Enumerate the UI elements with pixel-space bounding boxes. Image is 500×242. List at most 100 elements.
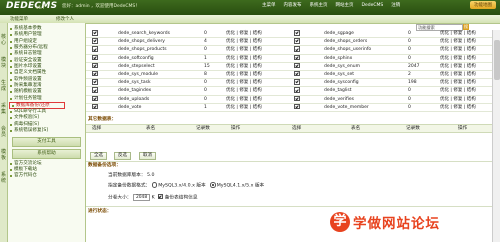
row-ops-links[interactable]: 优化 | 修复 | 结构 [440,63,476,70]
row-ops-links[interactable]: 优化 | 修复 | 结构 [226,46,262,53]
row-checkbox[interactable] [294,38,300,44]
mysql-version-label: 当前数据库版本： [108,173,146,178]
mysql4-radio[interactable] [151,182,158,188]
scrollbar[interactable] [492,30,500,242]
mysql41-radio[interactable] [210,182,216,188]
top-bar: DEDECMS v5.7 您好：admin ，欢迎使用DedeCMS！ 主菜单 … [0,0,500,15]
table-row: dede_shops_products 0 优化 | 修复 | 结构 dede_sho… [86,46,492,55]
row-checkbox[interactable] [294,46,300,52]
mysql4-label: MySQL3.x/4.0.x 版本 [158,183,206,189]
sidebar: 系统基本参数 系统用户管理 用户组设定 服务器分布/远程 系统日志管理 验证安全… [8,23,86,242]
row-checkbox[interactable] [92,54,98,61]
row-ops-links[interactable]: 优化 | 修复 | 结构 [440,30,476,37]
side-tab[interactable]: 模块 [0,57,7,69]
table-name: dede_sys_module [118,71,158,77]
record-count: 0 [408,104,411,110]
row-ops-links[interactable]: 优化 | 修复 | 结构 [226,55,262,62]
row-checkbox[interactable] [294,54,300,61]
row-checkbox[interactable] [92,30,98,36]
row-checkbox[interactable] [294,87,300,93]
row-checkbox[interactable] [92,70,98,77]
top-nav-item[interactable]: 主菜单 [258,2,280,10]
row-ops-links[interactable]: 优化 | 修复 | 结构 [226,87,262,94]
backup-structure-label: 备份表结构信息 [164,195,198,201]
row-ops-links[interactable]: 优化 | 修复 | 结构 [440,104,476,111]
sub-bar-title: 功能菜单 [10,17,28,22]
table-name: dede_sys_set [324,71,354,77]
row-ops-links[interactable]: 优化 | 修复 | 结构 [440,38,476,45]
top-nav-item[interactable]: 系统主页 [306,2,332,10]
function-map-button[interactable]: 功能地图 [470,1,496,9]
table-name: dede_sys_enum [324,63,360,69]
record-count: 0 [204,47,207,53]
row-checkbox[interactable] [294,103,300,110]
side-tab[interactable]: 系统 [0,172,7,184]
row-checkbox[interactable] [92,38,98,44]
invert-select-button[interactable]: 反选 [114,152,131,160]
top-nav-item[interactable]: 网站主页 [332,2,358,10]
row-ops-links[interactable]: 优化 | 修复 | 结构 [226,104,262,111]
row-ops-links[interactable]: 优化 | 修复 | 结构 [226,30,262,37]
side-tab[interactable]: 模板 [0,149,7,161]
record-count: 0 [204,31,207,36]
row-checkbox[interactable] [294,62,300,69]
row-checkbox[interactable] [294,95,300,101]
top-nav-item[interactable]: 内容发布 [280,2,306,10]
side-tab[interactable]: 生成 [0,80,7,92]
volume-size-input[interactable]: 2048 [132,193,151,201]
backup-structure-checkbox[interactable] [157,193,164,200]
watermark-text: 学做网站论坛 [353,216,440,232]
record-count: 0 [408,55,411,61]
record-count: 0 [204,96,207,102]
sidebar-group-pay[interactable]: 支付工具 [12,136,81,147]
sidebar-group-help[interactable]: 系统帮助 [12,148,81,159]
row-ops-links[interactable]: 优化 | 修复 | 结构 [440,55,476,62]
record-count: 0 [408,96,411,102]
row-ops-links[interactable]: 优化 | 修复 | 结构 [440,96,476,103]
cancel-select-button[interactable]: 取消 [139,152,156,160]
record-count: 2 [408,71,411,77]
row-ops-links[interactable]: 优化 | 修复 | 结构 [440,87,476,94]
record-count: 0 [408,31,411,36]
table-name: dede_stepselect [118,63,155,69]
row-checkbox[interactable] [92,79,98,85]
row-ops-links[interactable]: 优化 | 修复 | 结构 [226,71,262,78]
watermark-logo: 学 学做网站论坛 [330,212,440,232]
table-name: dede_verifies [324,96,354,102]
row-checkbox[interactable] [294,30,300,36]
side-tab[interactable]: 会员 [0,126,7,138]
col-count: 记录数 [196,126,210,131]
scroll-thumb[interactable] [494,40,500,80]
table-name: dede_vote_member [324,104,369,110]
row-checkbox[interactable] [294,70,300,77]
logo: DEDECMS [6,1,58,11]
row-checkbox[interactable] [294,79,300,85]
row-ops-links[interactable]: 优化 | 修复 | 结构 [226,63,262,70]
side-tab[interactable]: 采集 [0,103,7,115]
select-all-button[interactable]: 全选 [90,152,107,160]
row-checkbox[interactable] [92,87,98,93]
mysql-version-line: 当前数据库版本： 5.0 [108,172,154,179]
side-tabs: 核心 模块 生成 采集 会员 模板 系统 [0,23,8,242]
sidebar-item[interactable]: 系统错误修复[S] [8,128,85,134]
row-ops-links[interactable]: 优化 | 修复 | 结构 [226,79,262,86]
row-checkbox[interactable] [92,103,98,110]
sidebar-help-item[interactable]: 官方代码仓 [8,173,85,179]
top-nav-item[interactable]: DedeCMS [358,2,388,10]
row-ops-links[interactable]: 优化 | 修复 | 结构 [226,96,262,103]
record-count: 15 [204,63,210,69]
row-ops-links[interactable]: 优化 | 修复 | 结构 [440,79,476,86]
row-ops-links[interactable]: 优化 | 修复 | 结构 [440,46,476,53]
table-name: dede_taglist [324,88,352,94]
size-label: 分卷大小： [108,195,132,201]
sub-bar-link[interactable]: 修改个人 [56,16,74,22]
row-checkbox[interactable] [92,46,98,52]
col-table: 表名 [146,126,156,131]
col-table-2: 表名 [351,126,361,131]
top-nav-item[interactable]: 注销 [387,2,404,10]
row-checkbox[interactable] [92,62,98,69]
row-ops-links[interactable]: 优化 | 修复 | 结构 [226,38,262,45]
row-checkbox[interactable] [92,95,98,101]
side-tab[interactable]: 核心 [0,34,7,46]
row-ops-links[interactable]: 优化 | 修复 | 结构 [440,71,476,78]
